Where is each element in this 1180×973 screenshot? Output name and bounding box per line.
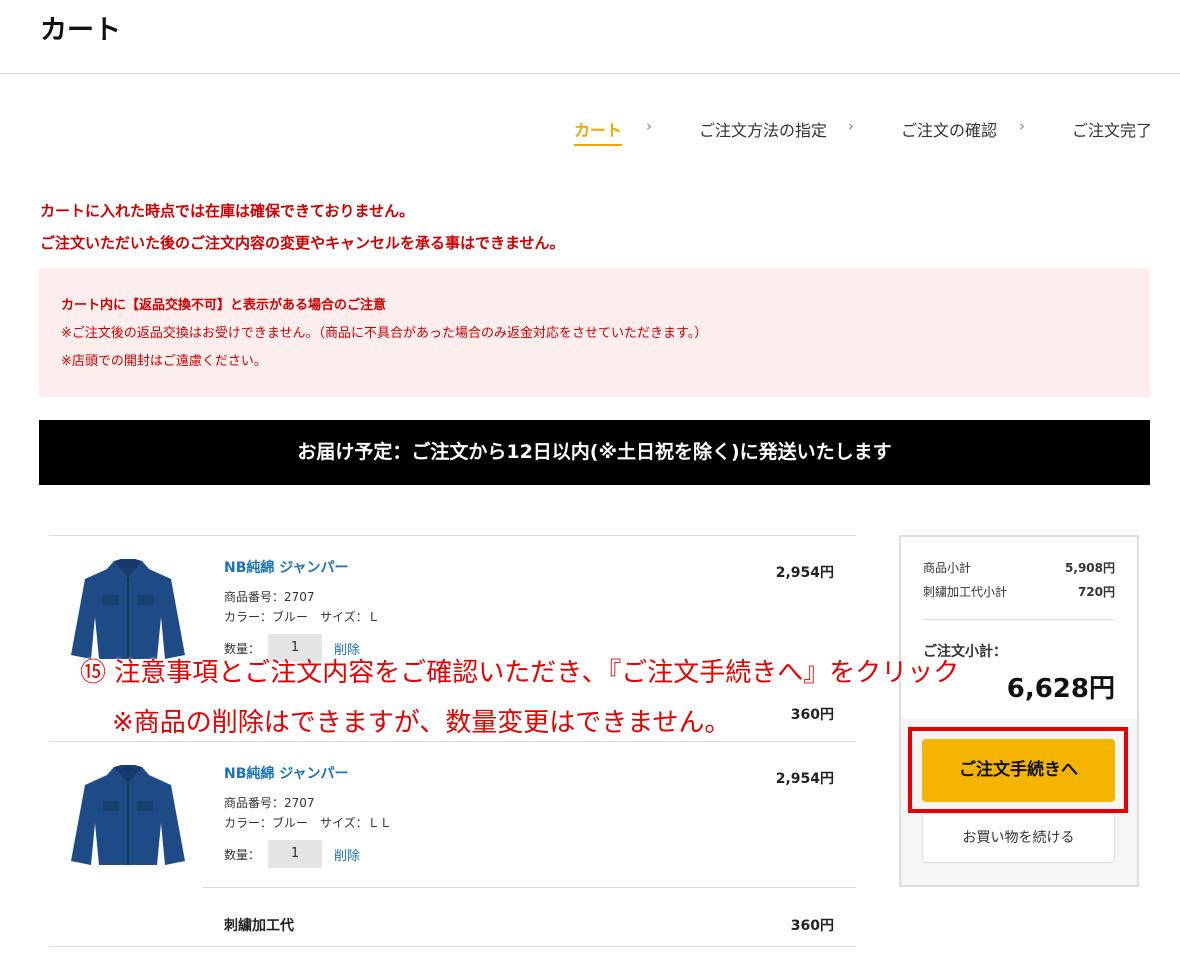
subtotal-row: 商品小計 5,908円 [923,559,1115,576]
row-divider [49,946,856,947]
checkout-steps: カート › ご注文方法の指定 › ご注文の確認 › ご注文完了 [0,117,1180,149]
subtotal-value: 5,908円 [1065,561,1115,575]
chevron-right-icon: › [646,117,652,135]
page-title: カート [40,15,121,46]
quantity-label: 数量： [224,847,261,862]
chevron-right-icon: › [1019,117,1025,135]
delete-link[interactable]: 削除 [334,845,360,864]
step-cart: カート [574,117,623,146]
embroidery-subtotal-label: 刺繍加工代小計 [923,585,1008,599]
active-step-underline [574,144,623,146]
step-order-method-label: ご注文方法の指定 [699,121,828,140]
embroidery-subtotal-row: 刺繍加工代小計 720円 [923,583,1115,600]
summary-divider [923,619,1115,620]
continue-shopping-button[interactable]: お買い物を続ける [922,813,1115,863]
product-image[interactable] [69,555,187,663]
step-order-complete: ご注文完了 [1072,117,1152,141]
chevron-right-icon: › [848,117,854,135]
product-variant: カラー：ブルー サイズ：ＬＬ [224,816,392,830]
delivery-banner: お届け予定：ご注文から12日以内(※土日祝を除く)に発送いたします [39,420,1150,485]
step-order-method: ご注文方法の指定 [699,117,827,141]
item-price: 2,954円 [775,771,834,787]
quantity-row: 数量： 1 削除 [224,840,360,868]
embroidery-price: 360円 [790,707,834,723]
embroidery-label: 刺繍加工代 [224,918,294,934]
notice-line: ※店頭での開封はご遠慮ください。 [61,354,267,369]
checkout-button[interactable]: ご注文手続きへ [922,739,1115,802]
row-divider [49,535,856,536]
return-notice-box: カート内に【返品交換不可】と表示がある場合のご注意 ※ご注文後の返品交換はお受け… [39,268,1150,397]
step-order-confirm: ご注文の確認 [901,117,997,141]
embroidery-subtotal-value: 720円 [1077,585,1115,599]
embroidery-price: 360円 [790,918,834,934]
embroidery-divider [202,887,856,888]
step-order-complete-label: ご注文完了 [1072,121,1153,140]
quantity-field: 1 [268,840,323,868]
instruction-annotation: ⑮ 注意事項とご注文内容をご確認いただき､『ご注文手続きへ』をクリック [80,658,960,688]
title-divider [0,73,1180,74]
row-divider [49,741,856,742]
instruction-note: ※商品の削除はできますが、数量変更はできません。 [112,708,731,738]
product-name-link[interactable]: NB純綿 ジャンパー [224,763,349,783]
product-number: 商品番号：2707 [224,590,315,604]
item-price: 2,954円 [775,565,834,581]
step-cart-label: カート [574,121,623,140]
step-order-confirm-label: ご注文の確認 [901,121,998,140]
order-total-value: 6,628円 [1006,674,1115,704]
product-variant: カラー：ブルー サイズ：Ｌ [224,610,380,624]
product-name-link[interactable]: NB純綿 ジャンパー [224,557,349,577]
cancel-warning: ご注文いただいた後のご注文内容の変更やキャンセルを承る事はできません。 [40,234,565,252]
notice-line: ※ご注文後の返品交換はお受けできません。（商品に不具合があった場合のみ返金対応を… [61,326,708,341]
product-number: 商品番号：2707 [224,796,315,810]
product-image[interactable] [69,761,187,869]
notice-heading: カート内に【返品交換不可】と表示がある場合のご注意 [61,298,387,313]
subtotal-label: 商品小計 [923,561,972,575]
stock-warning: カートに入れた時点では在庫は確保できておりません。 [40,202,415,220]
